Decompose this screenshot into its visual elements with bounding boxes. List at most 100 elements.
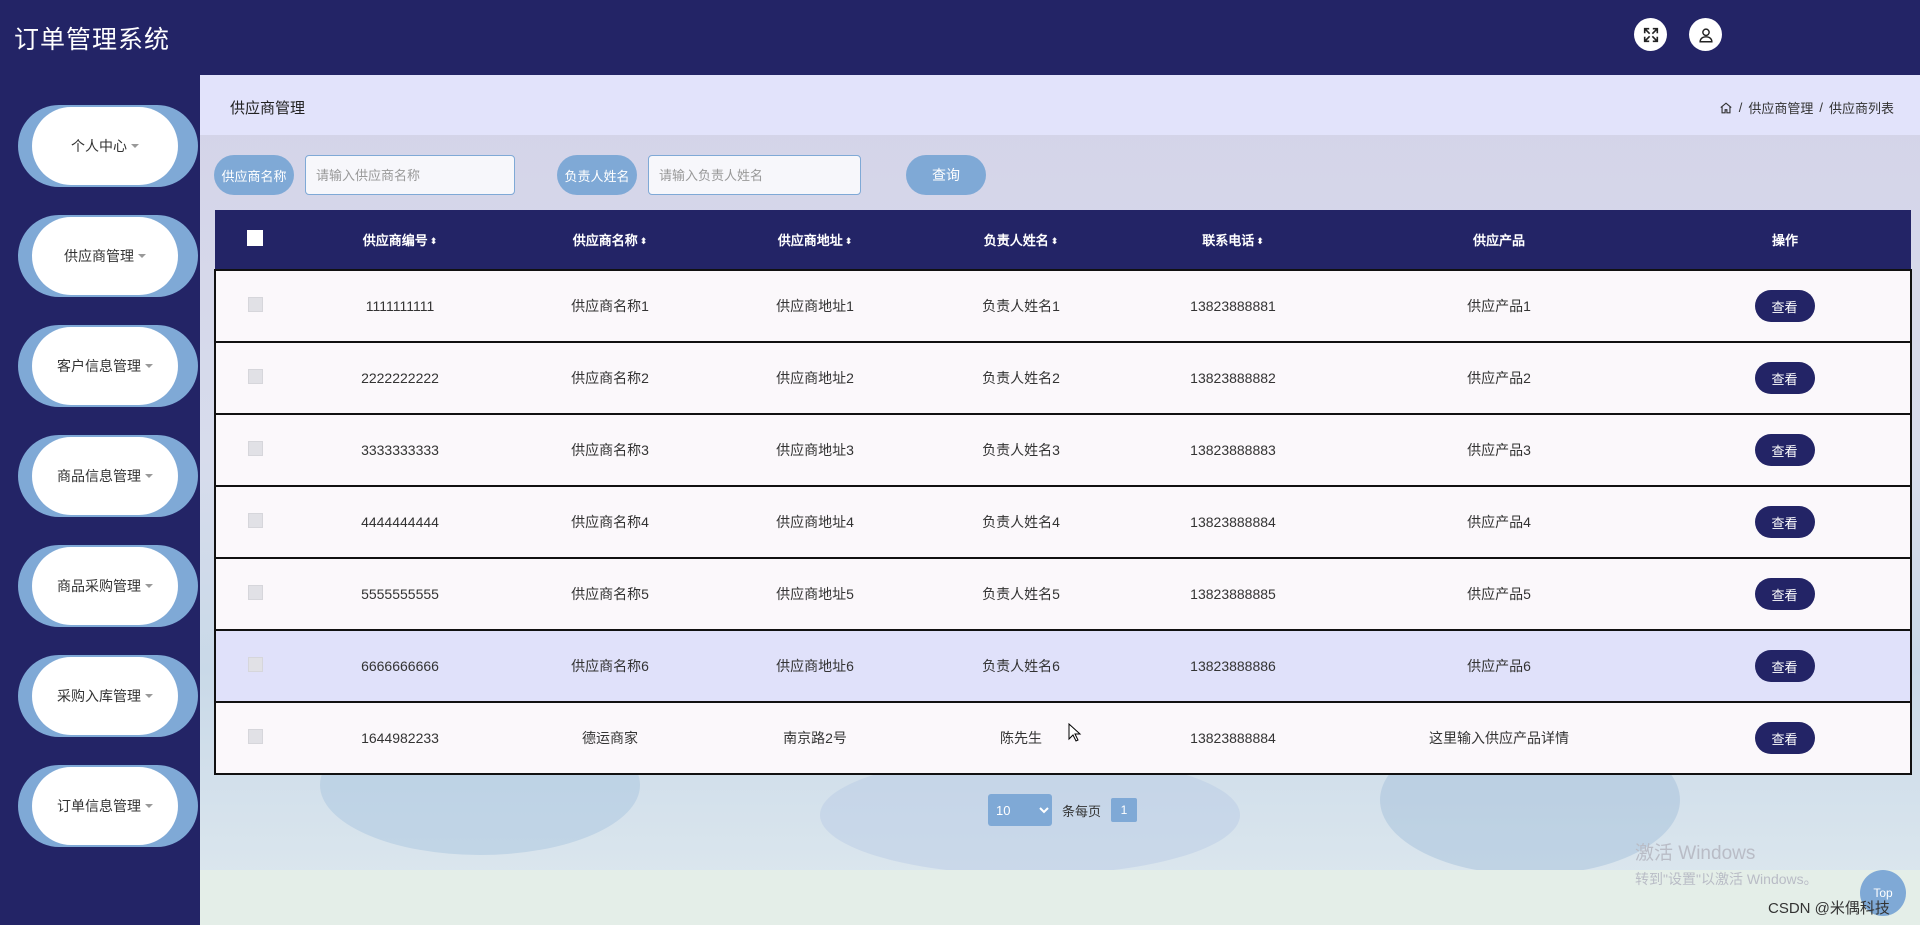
table-row: 1111111111 供应商名称1 供应商地址1 负责人姓名1 13823888… bbox=[215, 270, 1911, 342]
cell-phone: 13823888884 bbox=[1190, 514, 1276, 530]
pagination: 10 条每页 1 bbox=[988, 794, 1138, 826]
sort-icon[interactable]: ⬍ bbox=[845, 236, 853, 247]
caret-down-icon bbox=[145, 364, 153, 368]
breadcrumb-separator: / bbox=[1738, 100, 1743, 115]
sidebar-item-purchase-management[interactable]: 商品采购管理 bbox=[18, 545, 198, 627]
table-row: 2222222222 供应商名称2 供应商地址2 负责人姓名2 13823888… bbox=[215, 342, 1911, 414]
breadcrumb: / 供应商管理 / 供应商列表 bbox=[1719, 98, 1894, 117]
table-row: 3333333333 供应商名称3 供应商地址3 负责人姓名3 13823888… bbox=[215, 414, 1911, 486]
caret-down-icon bbox=[145, 694, 153, 698]
column-header-contact-name[interactable]: 负责人姓名 ⬍ bbox=[915, 210, 1127, 270]
cell-contact-name: 负责人姓名2 bbox=[982, 370, 1060, 386]
row-checkbox[interactable] bbox=[248, 297, 263, 312]
sort-icon[interactable]: ⬍ bbox=[1256, 236, 1264, 247]
cell-supplier-id: 5555555555 bbox=[361, 586, 439, 602]
cell-supplier-name: 供应商名称4 bbox=[571, 514, 649, 530]
cell-supplier-address: 供应商地址1 bbox=[776, 298, 854, 314]
breadcrumb-item-supplier-list: 供应商列表 bbox=[1828, 101, 1894, 116]
table-row: 5555555555 供应商名称5 供应商地址5 负责人姓名5 13823888… bbox=[215, 558, 1911, 630]
view-button[interactable]: 查看 bbox=[1754, 290, 1815, 322]
row-checkbox[interactable] bbox=[248, 729, 263, 744]
cell-supplier-address: 南京路2号 bbox=[783, 730, 847, 746]
cell-supplier-id: 1111111111 bbox=[365, 298, 435, 314]
query-button[interactable]: 查询 bbox=[906, 155, 986, 195]
page-number-button[interactable]: 1 bbox=[1111, 798, 1138, 822]
cell-supplier-name: 供应商名称6 bbox=[571, 658, 649, 674]
sidebar-item-supplier-management[interactable]: 供应商管理 bbox=[18, 215, 198, 297]
sort-icon[interactable]: ⬍ bbox=[640, 236, 648, 247]
cell-product: 供应产品6 bbox=[1467, 658, 1531, 674]
view-button[interactable]: 查看 bbox=[1754, 506, 1815, 538]
column-header-supplier-id[interactable]: 供应商编号 ⬍ bbox=[295, 210, 505, 270]
cell-phone: 13823888884 bbox=[1190, 730, 1276, 746]
row-checkbox[interactable] bbox=[248, 513, 263, 528]
sidebar-item-customer-management[interactable]: 客户信息管理 bbox=[18, 325, 198, 407]
view-button[interactable]: 查看 bbox=[1754, 434, 1815, 466]
column-header-actions: 操作 bbox=[1771, 233, 1798, 248]
breadcrumb-bar: 供应商管理 / 供应商管理 / 供应商列表 bbox=[200, 75, 1920, 135]
user-icon[interactable] bbox=[1689, 18, 1722, 51]
caret-down-icon bbox=[145, 804, 153, 808]
sidebar-item-warehousing-management[interactable]: 采购入库管理 bbox=[18, 655, 198, 737]
view-button[interactable]: 查看 bbox=[1754, 650, 1815, 682]
column-header-supplier-address[interactable]: 供应商地址 ⬍ bbox=[715, 210, 915, 270]
cell-supplier-name: 德运商家 bbox=[582, 730, 638, 746]
view-button[interactable]: 查看 bbox=[1754, 578, 1815, 610]
view-button[interactable]: 查看 bbox=[1754, 362, 1815, 394]
app-title: 订单管理系统 bbox=[14, 26, 171, 54]
row-checkbox[interactable] bbox=[248, 441, 263, 456]
page-size-select[interactable]: 10 bbox=[988, 794, 1052, 826]
table-row: 4444444444 供应商名称4 供应商地址4 负责人姓名4 13823888… bbox=[215, 486, 1911, 558]
supplier-name-input[interactable] bbox=[305, 155, 515, 195]
sidebar-item-product-management[interactable]: 商品信息管理 bbox=[18, 435, 198, 517]
fullscreen-icon[interactable] bbox=[1634, 18, 1667, 51]
cell-supplier-id: 1644982233 bbox=[361, 730, 439, 746]
column-header-product: 供应产品 bbox=[1472, 233, 1525, 248]
contact-name-label: 负责人姓名 bbox=[557, 155, 637, 195]
cell-phone: 13823888885 bbox=[1190, 586, 1276, 602]
cell-supplier-id: 4444444444 bbox=[361, 514, 439, 530]
cell-contact-name: 负责人姓名4 bbox=[982, 514, 1060, 530]
cell-supplier-name: 供应商名称5 bbox=[571, 586, 649, 602]
cell-phone: 13823888881 bbox=[1190, 298, 1276, 314]
cell-contact-name: 陈先生 bbox=[1000, 730, 1042, 746]
cell-product: 供应产品3 bbox=[1467, 442, 1531, 458]
sidebar-item-personal-center[interactable]: 个人中心 bbox=[18, 105, 198, 187]
row-checkbox[interactable] bbox=[248, 369, 263, 384]
cell-supplier-address: 供应商地址5 bbox=[776, 586, 854, 602]
cell-supplier-id: 6666666666 bbox=[361, 658, 439, 674]
table-row-hovered: 6666666666 供应商名称6 供应商地址6 负责人姓名6 13823888… bbox=[215, 630, 1911, 702]
home-icon[interactable] bbox=[1719, 101, 1733, 115]
select-all-checkbox[interactable] bbox=[247, 230, 263, 246]
column-header-supplier-name[interactable]: 供应商名称 ⬍ bbox=[505, 210, 715, 270]
table-row: 1644982233 德运商家 南京路2号 陈先生 13823888884 这里… bbox=[215, 702, 1911, 774]
contact-name-input[interactable] bbox=[648, 155, 861, 195]
sidebar: 个人中心 供应商管理 客户信息管理 商品信息管理 商品采购管理 采购入库管理 订… bbox=[0, 75, 200, 925]
sort-icon[interactable]: ⬍ bbox=[430, 236, 438, 247]
per-page-label: 条每页 bbox=[1062, 803, 1102, 819]
row-checkbox[interactable] bbox=[248, 585, 263, 600]
cell-supplier-name: 供应商名称1 bbox=[571, 298, 649, 314]
cell-contact-name: 负责人姓名6 bbox=[982, 658, 1060, 674]
breadcrumb-item-supplier-management[interactable]: 供应商管理 bbox=[1748, 98, 1813, 117]
cell-phone: 13823888882 bbox=[1190, 370, 1276, 386]
windows-activation-watermark: 激活 Windows 转到"设置"以激活 Windows。 bbox=[1635, 843, 1818, 887]
cell-product: 供应产品5 bbox=[1467, 586, 1531, 602]
cell-supplier-address: 供应商地址6 bbox=[776, 658, 854, 674]
view-button[interactable]: 查看 bbox=[1754, 722, 1815, 754]
column-header-phone[interactable]: 联系电话 ⬍ bbox=[1127, 210, 1339, 270]
main-content: 供应商管理 / 供应商管理 / 供应商列表 供应商名称 负责人姓名 查询 bbox=[200, 75, 1920, 925]
sidebar-item-label: 客户信息管理 bbox=[57, 358, 141, 374]
cell-supplier-id: 3333333333 bbox=[361, 442, 439, 458]
row-checkbox[interactable] bbox=[248, 657, 263, 672]
cell-product: 供应产品2 bbox=[1467, 370, 1531, 386]
sidebar-item-order-management[interactable]: 订单信息管理 bbox=[18, 765, 198, 847]
cell-product: 供应产品1 bbox=[1467, 298, 1531, 314]
sidebar-item-label: 商品信息管理 bbox=[57, 468, 141, 484]
caret-down-icon bbox=[145, 474, 153, 478]
sort-icon[interactable]: ⬍ bbox=[1051, 236, 1059, 247]
cell-supplier-address: 供应商地址4 bbox=[776, 514, 854, 530]
search-form: 供应商名称 负责人姓名 查询 bbox=[214, 155, 1914, 195]
sidebar-item-label: 个人中心 bbox=[71, 138, 127, 154]
breadcrumb-separator: / bbox=[1819, 100, 1823, 115]
